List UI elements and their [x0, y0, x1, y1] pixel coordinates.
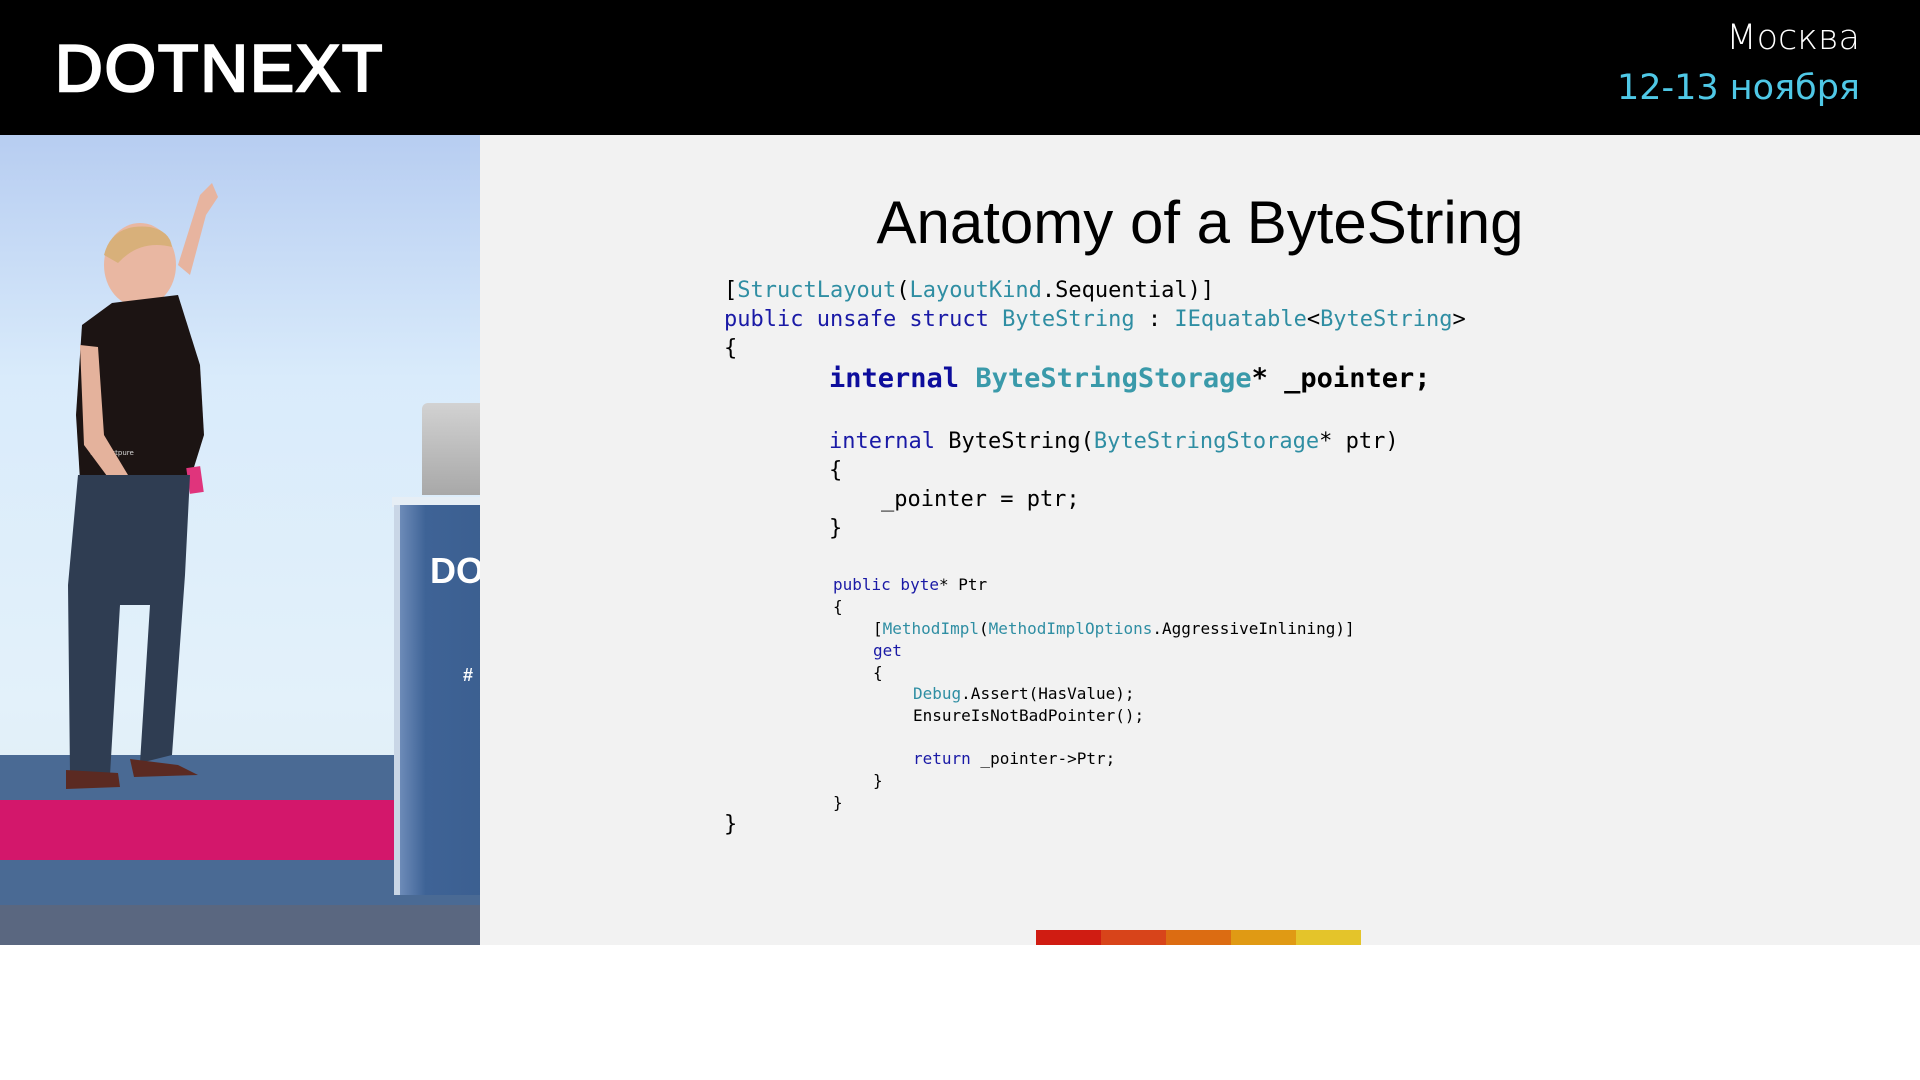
speaker-figure: connectpure — [66, 183, 218, 789]
accent-segment-3 — [1166, 930, 1231, 945]
accent-segment-2 — [1101, 930, 1166, 945]
event-city: Москва — [1726, 18, 1860, 58]
code-token: * ptr) — [1319, 429, 1399, 454]
speaker-shoe-right — [130, 759, 198, 777]
code-token: Debug — [913, 684, 962, 703]
speaker-video: DO # connectpure — [0, 135, 480, 945]
code-line-return: return _pointer->Ptr; — [913, 749, 1115, 768]
code-token: ByteString — [1002, 307, 1135, 332]
accent-segment-5 — [1296, 930, 1361, 945]
code-token: ( — [896, 278, 910, 303]
code-token: * Ptr — [938, 575, 988, 594]
speaker-shoe-left — [66, 770, 120, 789]
code-line-struct-decl: public unsafe struct ByteString : IEquat… — [724, 307, 1466, 332]
code-token: ( — [978, 619, 989, 638]
code-line-ctor-open: { — [829, 458, 843, 483]
code-token: > — [1452, 307, 1466, 332]
accent-segment-1 — [1036, 930, 1101, 945]
code-token: internal — [829, 363, 960, 394]
code-token: MethodImpl — [882, 619, 979, 638]
code-token: .AggressiveInlining)] — [1152, 619, 1355, 638]
code-line-attribute: [StructLayout(LayoutKind.Sequential)] — [724, 278, 1214, 303]
code-token: ByteStringStorage — [975, 363, 1252, 394]
speaker-jeans — [68, 475, 190, 775]
code-token: < — [1306, 307, 1321, 332]
code-token: MethodImplOptions — [988, 619, 1153, 638]
code-line-get-close: } — [873, 771, 883, 790]
presentation-slide: Anatomy of a ByteString [StructLayout(La… — [480, 135, 1920, 945]
code-token: LayoutKind — [909, 278, 1042, 303]
code-token: * _pointer; — [1251, 363, 1431, 394]
conference-header: DOTNEXT Москва 12-13 ноября — [0, 0, 1920, 135]
accent-color-bar — [1036, 930, 1361, 945]
code-token: : — [1134, 307, 1175, 332]
code-token: [ — [724, 278, 738, 303]
accent-segment-4 — [1231, 930, 1296, 945]
code-line-open-brace: { — [724, 336, 738, 361]
code-line-prop-close: } — [833, 793, 843, 812]
speaker-arm — [178, 183, 218, 275]
code-block: [StructLayout(LayoutKind.Sequential)] pu… — [480, 135, 1920, 945]
code-token: _pointer->Ptr; — [970, 749, 1116, 768]
code-line-ctor-close: } — [829, 516, 843, 541]
code-line-ensure: EnsureIsNotBadPointer(); — [913, 706, 1145, 725]
code-line-get: get — [873, 641, 902, 660]
code-token: public unsafe struct — [724, 307, 989, 332]
code-line-pointer-field: internal ByteStringStorage* _pointer; — [829, 363, 1430, 394]
code-line-prop-open: { — [833, 597, 843, 616]
dotnext-logo: DOTNEXT — [54, 30, 385, 107]
code-token: ByteStringStorage — [1093, 429, 1320, 454]
code-token: StructLayout — [737, 278, 897, 303]
code-line-methodimpl: [MethodImpl(MethodImplOptions.Aggressive… — [873, 619, 1355, 638]
code-token: public byte — [833, 575, 939, 594]
code-token: [ — [873, 619, 883, 638]
code-token: internal — [829, 429, 935, 454]
code-token: return — [913, 749, 971, 768]
code-line-assert: Debug.Assert(HasValue); — [913, 684, 1135, 703]
event-dates: 12-13 ноября — [1616, 68, 1860, 108]
code-token: .Assert(HasValue); — [961, 684, 1135, 703]
code-line-assign: _pointer = ptr; — [881, 487, 1080, 512]
code-line-close-brace: } — [724, 812, 738, 837]
code-line-constructor: internal ByteString(ByteStringStorage* p… — [829, 429, 1399, 454]
code-token: ByteString — [1320, 307, 1453, 332]
code-token: IEquatable — [1174, 307, 1307, 332]
code-line-property: public byte* Ptr — [833, 575, 987, 594]
code-line-get-open: { — [873, 663, 883, 682]
code-token: ByteString( — [934, 429, 1094, 454]
code-token: .Sequential)] — [1041, 278, 1215, 303]
